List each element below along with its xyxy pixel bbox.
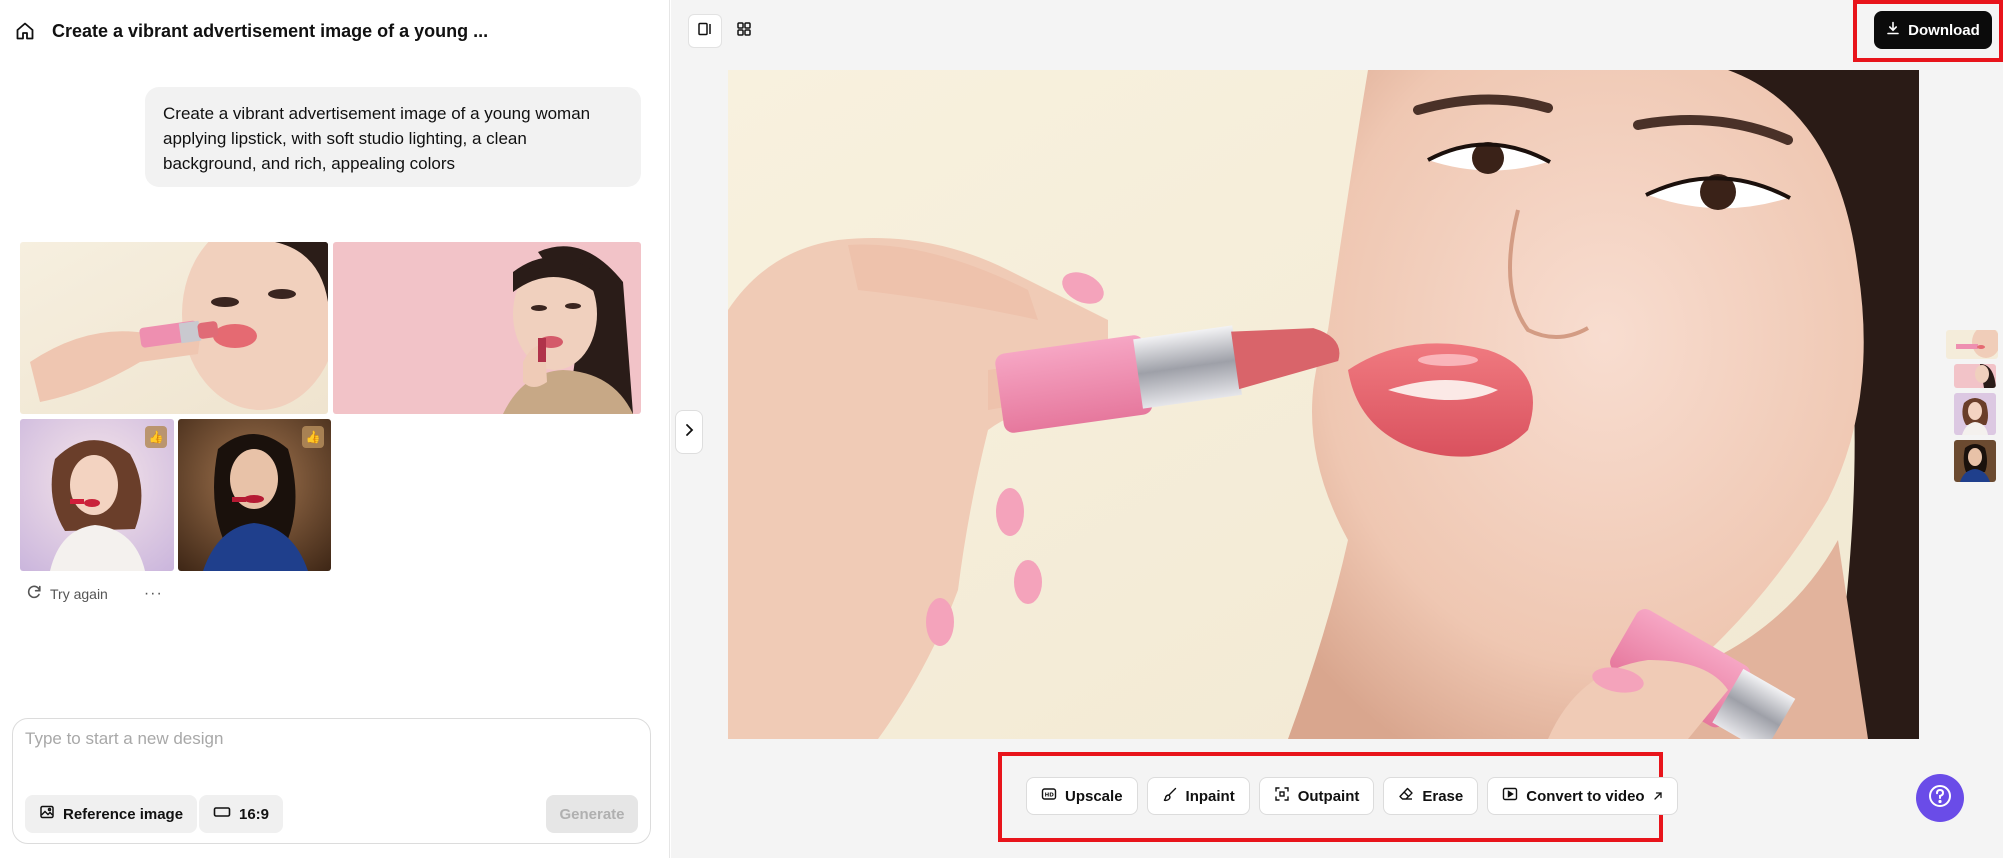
variant-thumb-1[interactable] — [1946, 330, 1998, 359]
help-icon — [1927, 783, 1953, 814]
single-view-icon — [697, 21, 713, 42]
convert-to-video-label: Convert to video — [1526, 787, 1645, 805]
svg-text:HD: HD — [1045, 793, 1055, 799]
try-again-button[interactable]: Try again — [50, 586, 108, 602]
upscale-button[interactable]: HD Upscale — [1026, 777, 1138, 815]
download-icon — [1886, 21, 1900, 39]
edit-toolbar: HD Upscale Inpaint Outpaint Erase Conver… — [1026, 777, 1678, 815]
generate-button[interactable]: Generate — [546, 795, 638, 833]
reference-image-button[interactable]: Reference image — [25, 795, 198, 833]
refresh-icon[interactable] — [26, 584, 42, 603]
expand-panel-button[interactable] — [675, 410, 703, 454]
result-image-3[interactable]: 👍 — [20, 419, 174, 571]
upscale-icon: HD — [1041, 787, 1057, 805]
prompt-input[interactable] — [25, 729, 637, 769]
inpaint-button[interactable]: Inpaint — [1146, 777, 1250, 815]
thumbs-up-icon[interactable]: 👍 — [302, 426, 324, 448]
erase-label: Erase — [1422, 787, 1464, 805]
chat-panel: Create a vibrant advertisement image of … — [0, 0, 670, 858]
prompt-composer: Reference image 16:9 Generate — [12, 718, 651, 844]
chat-header: Create a vibrant advertisement image of … — [14, 14, 488, 48]
single-view-button[interactable] — [688, 14, 722, 48]
convert-to-video-button[interactable]: Convert to video — [1487, 777, 1678, 815]
image-icon — [39, 804, 55, 824]
result-image-1[interactable] — [20, 242, 328, 414]
external-arrow-icon — [1653, 788, 1663, 805]
eraser-icon — [1398, 786, 1414, 806]
result-image-2[interactable] — [333, 242, 641, 414]
aspect-ratio-label: 16:9 — [239, 805, 270, 823]
aspect-ratio-icon — [213, 805, 231, 823]
page-title: Create a vibrant advertisement image of … — [52, 20, 489, 41]
main-preview-image[interactable] — [728, 70, 1919, 739]
help-button[interactable] — [1916, 774, 1964, 822]
expand-icon — [1274, 786, 1290, 806]
download-button[interactable]: Download — [1874, 11, 1992, 49]
grid-icon — [736, 21, 752, 42]
erase-button[interactable]: Erase — [1383, 777, 1479, 815]
thumbs-up-icon[interactable]: 👍 — [145, 426, 167, 448]
home-icon[interactable] — [14, 20, 36, 42]
reference-image-label: Reference image — [63, 805, 184, 823]
upscale-label: Upscale — [1065, 787, 1123, 805]
inpaint-label: Inpaint — [1185, 787, 1235, 805]
video-icon — [1502, 786, 1518, 806]
outpaint-label: Outpaint — [1297, 787, 1360, 805]
brush-icon — [1162, 786, 1178, 806]
variant-thumb-2[interactable] — [1954, 364, 1996, 388]
more-options-button[interactable]: ··· — [144, 585, 163, 603]
chevron-right-icon — [684, 423, 694, 442]
variant-thumb-3[interactable] — [1954, 393, 1996, 435]
result-actions: Try again ··· — [26, 584, 163, 603]
download-label: Download — [1908, 21, 1980, 39]
result-image-4[interactable]: 👍 — [178, 419, 331, 571]
aspect-ratio-button[interactable]: 16:9 — [199, 795, 284, 833]
variant-thumb-4[interactable] — [1954, 440, 1996, 482]
prompt-bubble: Create a vibrant advertisement image of … — [145, 87, 641, 187]
canvas-panel: Download HD Upscale Inpaint Outpaint Era… — [671, 0, 2003, 858]
outpaint-button[interactable]: Outpaint — [1258, 777, 1375, 815]
grid-view-button[interactable] — [727, 14, 761, 48]
